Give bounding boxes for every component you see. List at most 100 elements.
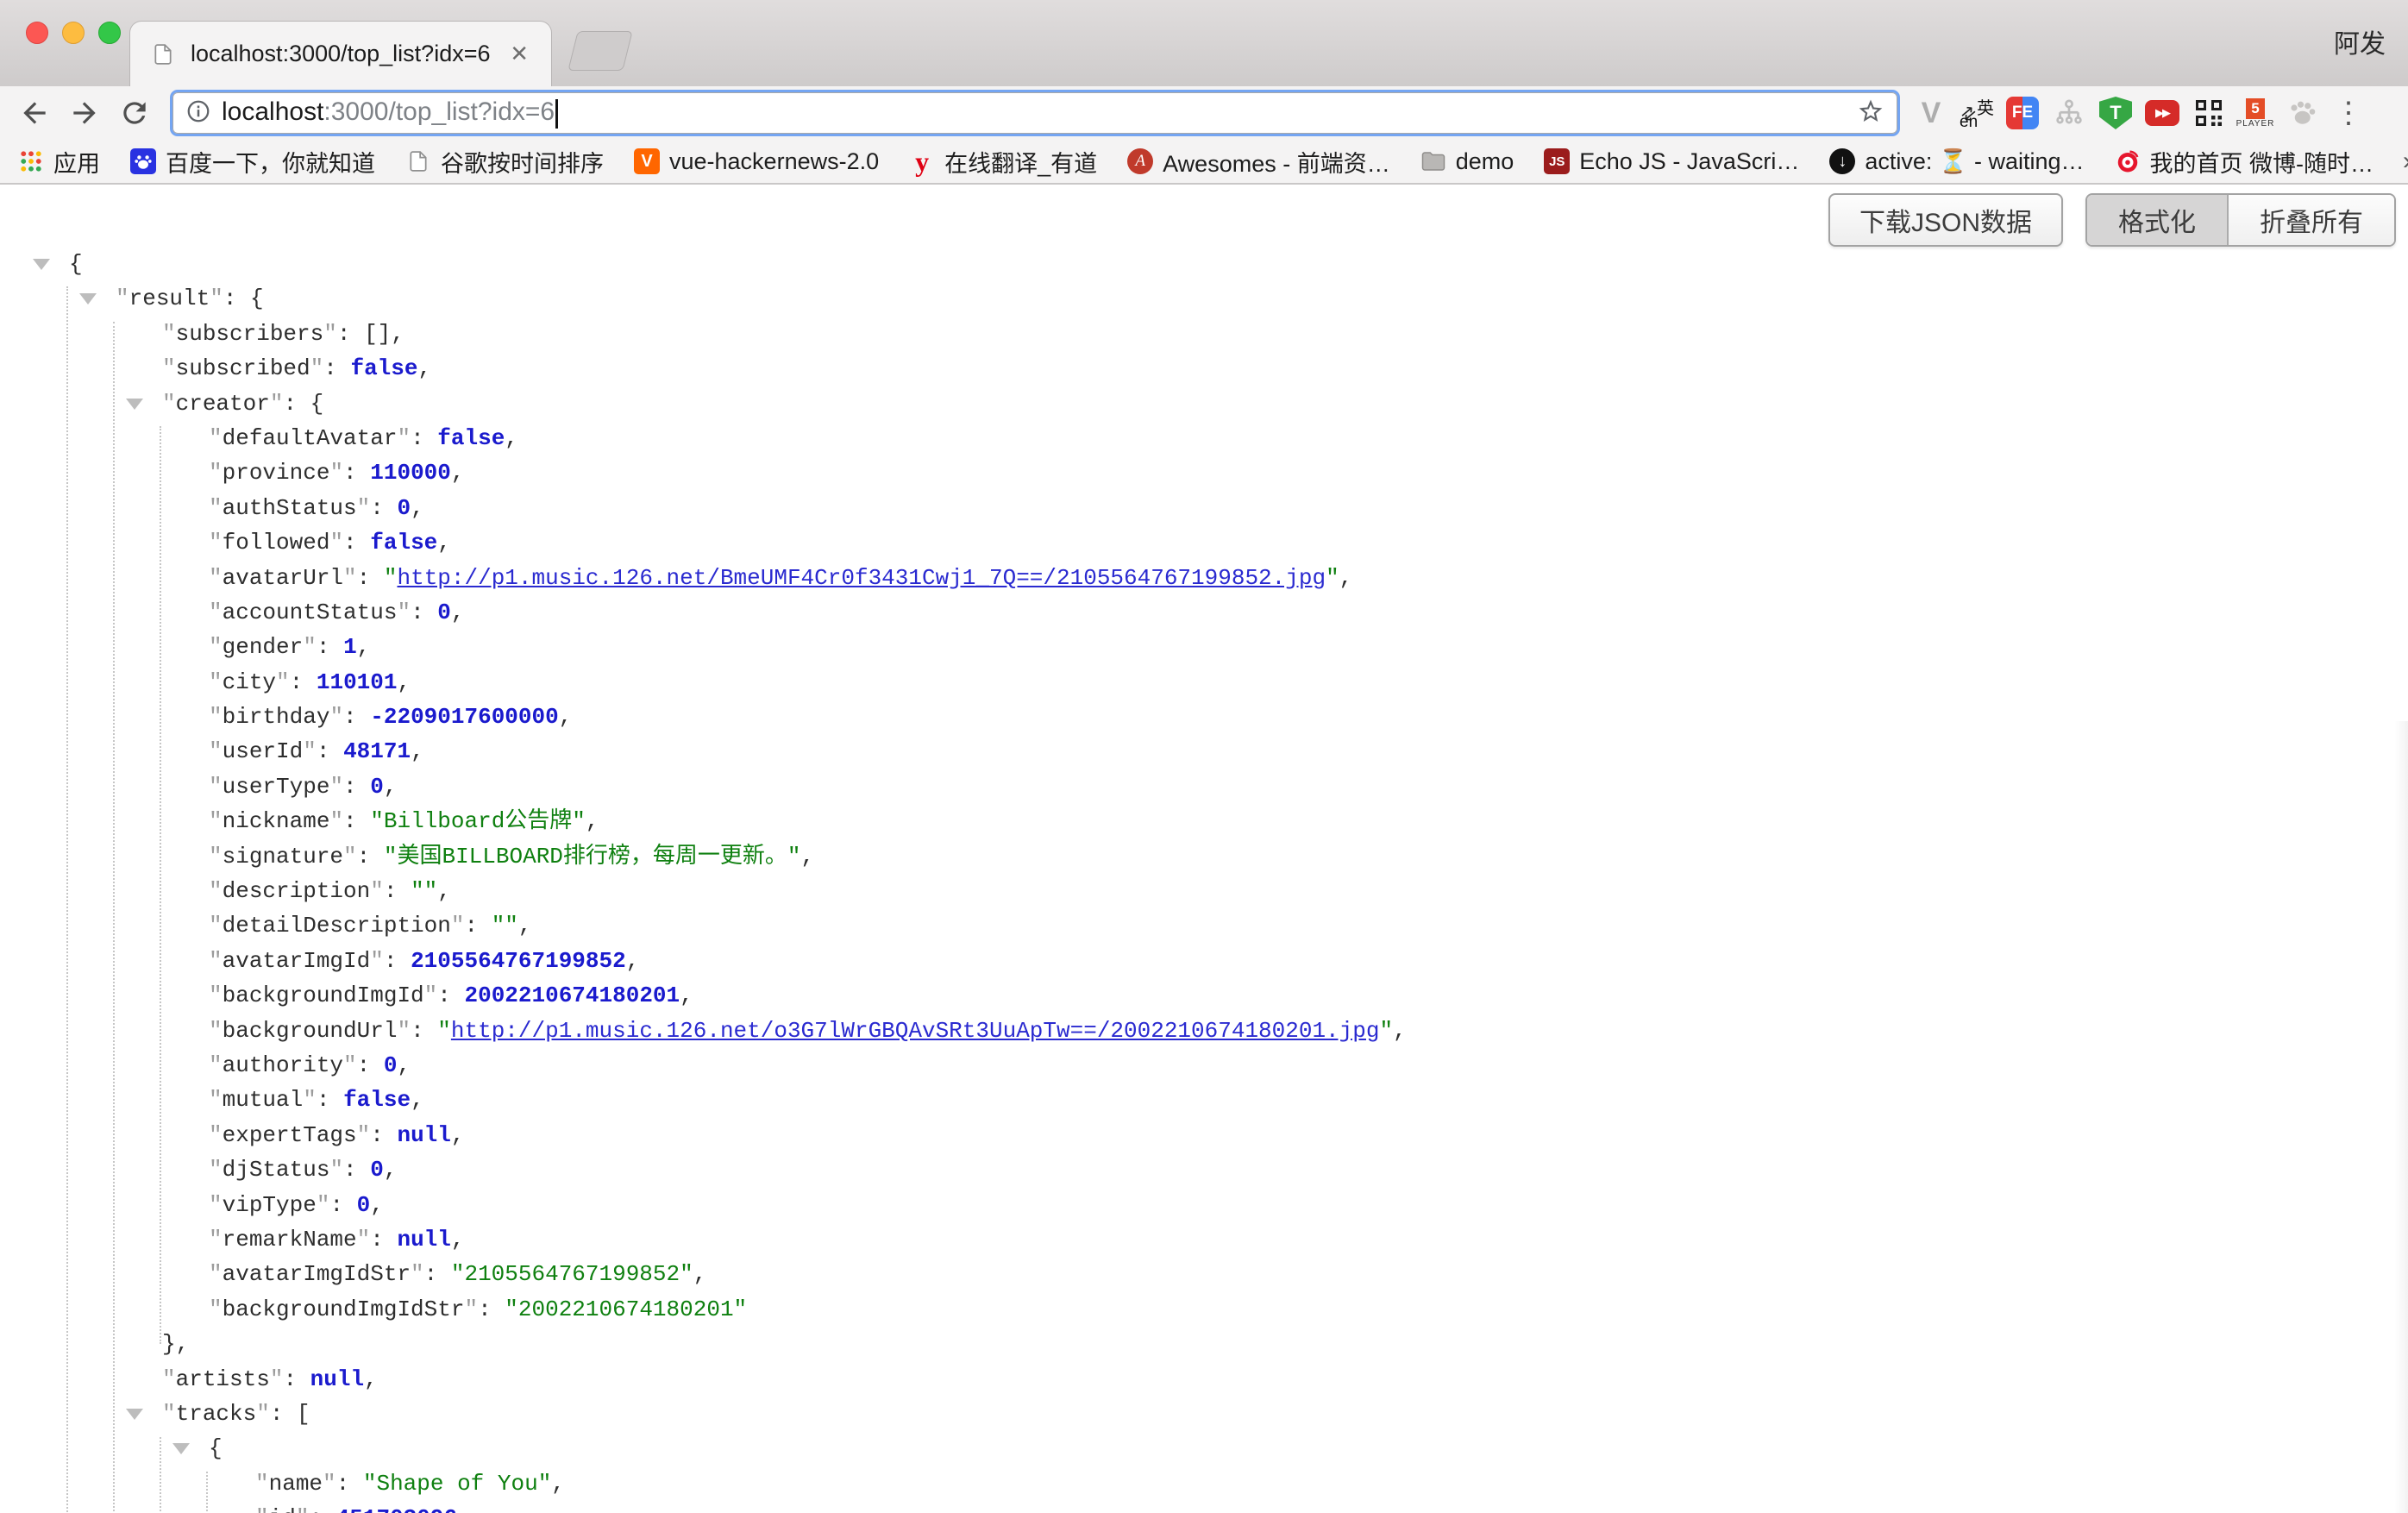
browser-tab[interactable]: localhost:3000/top_list?idx=6 ✕ bbox=[129, 21, 552, 86]
collapse-toggle-icon[interactable] bbox=[79, 293, 97, 304]
json-link[interactable]: http://p1.music.126.net/BmeUMF4Cr0f3431C… bbox=[397, 565, 1326, 591]
bookmark-star-icon[interactable] bbox=[1857, 97, 1884, 129]
json-token: , bbox=[411, 495, 424, 521]
zoom-window-button[interactable] bbox=[98, 22, 121, 44]
json-token: expertTags bbox=[223, 1122, 357, 1148]
vue-bookmark-icon: V bbox=[633, 148, 661, 175]
json-token: 451703096 bbox=[336, 1505, 457, 1513]
bookmark-label: active: ⏳ - waiting… bbox=[1865, 148, 2084, 175]
bookmark-baidu[interactable]: 百度一下，你就知道 bbox=[129, 145, 375, 179]
json-token: djStatus bbox=[223, 1157, 330, 1183]
json-token: : bbox=[424, 1261, 451, 1287]
bookmark-echojs[interactable]: JS Echo JS - JavaScri… bbox=[1543, 148, 1799, 175]
json-token: " bbox=[270, 1366, 284, 1392]
minimize-window-button[interactable] bbox=[62, 22, 85, 44]
json-token: null bbox=[397, 1122, 450, 1148]
menu-dots-icon[interactable]: ⋮ bbox=[2330, 95, 2367, 131]
json-token: " bbox=[329, 808, 343, 834]
json-token: " bbox=[209, 1122, 223, 1148]
html5-player-icon[interactable]: 5PLAYER bbox=[2237, 95, 2273, 131]
json-token: backgroundImgIdStr bbox=[223, 1296, 465, 1322]
bookmark-google-sort[interactable]: 谷歌按时间排序 bbox=[404, 145, 604, 179]
close-window-button[interactable] bbox=[26, 22, 48, 44]
bookmark-demo-folder[interactable]: demo bbox=[1420, 148, 1514, 175]
json-link[interactable]: http://p1.music.126.net/o3G7lWrGBQAvSRt3… bbox=[451, 1018, 1380, 1044]
json-token: id bbox=[269, 1505, 296, 1513]
paw-icon[interactable] bbox=[2284, 95, 2320, 131]
bookmark-vue-hackernews[interactable]: V vue-hackernews-2.0 bbox=[633, 148, 879, 175]
translate-icon[interactable]: 英⇄en bbox=[1960, 96, 1994, 130]
bookmark-youdao[interactable]: y 在线翻译_有道 bbox=[908, 145, 1097, 179]
json-token: " bbox=[209, 495, 223, 521]
url-text[interactable]: localhost:3000/top_list?idx=6 bbox=[222, 97, 1847, 128]
profile-name[interactable]: 阿发 bbox=[2334, 22, 2386, 60]
tampermonkey-icon[interactable]: T bbox=[2098, 95, 2134, 131]
json-token: " bbox=[310, 355, 324, 381]
json-token: backgroundUrl bbox=[223, 1018, 398, 1044]
tab-close-icon[interactable]: ✕ bbox=[506, 41, 532, 67]
json-token: " bbox=[357, 1227, 371, 1252]
format-button[interactable]: 格式化 bbox=[2087, 195, 2227, 245]
json-line: "authority": 0, bbox=[0, 1048, 2408, 1083]
collapse-toggle-icon[interactable] bbox=[126, 1409, 143, 1420]
json-line: "djStatus": 0, bbox=[0, 1152, 2408, 1187]
video-play-icon[interactable]: ▶▶ bbox=[2144, 95, 2180, 131]
vue-devtools-icon[interactable]: V bbox=[1913, 95, 1949, 131]
json-token: " bbox=[116, 286, 129, 311]
new-tab-button[interactable] bbox=[568, 31, 632, 71]
json-actions: 下载JSON数据 格式化 折叠所有 bbox=[1828, 193, 2396, 247]
collapse-toggle-icon[interactable] bbox=[33, 259, 50, 270]
json-token: " bbox=[329, 1157, 343, 1183]
json-token: " bbox=[209, 983, 223, 1008]
json-token: "2002210674180201" bbox=[505, 1296, 747, 1322]
json-token: , bbox=[518, 913, 532, 939]
json-token: "Billboard公告牌" bbox=[370, 808, 586, 834]
json-token: : bbox=[343, 774, 370, 800]
json-token: " bbox=[343, 1052, 357, 1078]
json-token: , bbox=[457, 1505, 471, 1513]
json-token: " bbox=[209, 774, 223, 800]
reload-icon[interactable] bbox=[116, 94, 154, 132]
collapse-all-button[interactable]: 折叠所有 bbox=[2227, 195, 2394, 245]
json-token: , bbox=[693, 1261, 707, 1287]
json-line: "tracks": [ bbox=[0, 1397, 2408, 1431]
collapse-toggle-icon[interactable] bbox=[126, 399, 143, 410]
sitemap-icon[interactable] bbox=[2051, 95, 2087, 131]
qr-code-icon[interactable] bbox=[2191, 95, 2227, 131]
json-token: signature bbox=[223, 844, 343, 870]
url-bar[interactable]: localhost:3000/top_list?idx=6 bbox=[172, 92, 1897, 134]
json-token: " bbox=[303, 738, 317, 764]
bookmark-apps[interactable]: 应用 bbox=[17, 145, 100, 179]
json-token: 2105564767199852 bbox=[411, 948, 626, 974]
bookmarks-overflow-chevron[interactable]: » bbox=[2403, 147, 2408, 176]
forward-icon[interactable] bbox=[66, 94, 103, 132]
json-token: , bbox=[680, 983, 693, 1008]
json-line: "remarkName": null, bbox=[0, 1222, 2408, 1257]
json-token: userId bbox=[223, 738, 304, 764]
json-token: : bbox=[329, 1192, 356, 1218]
json-viewer: {"result": {"subscribers": [],"subscribe… bbox=[0, 247, 2408, 1513]
bookmark-active-waiting[interactable]: ↓ active: ⏳ - waiting… bbox=[1828, 148, 2084, 175]
url-path: :3000/top_list?idx=6 bbox=[323, 97, 555, 126]
json-line: "followed": false, bbox=[0, 525, 2408, 560]
collapse-toggle-icon[interactable] bbox=[172, 1443, 190, 1454]
json-token: , bbox=[1339, 565, 1353, 591]
download-json-button[interactable]: 下载JSON数据 bbox=[1828, 193, 2063, 247]
bookmark-weibo[interactable]: 我的首页 微博-随时… bbox=[2114, 145, 2374, 179]
json-token: : bbox=[343, 704, 370, 730]
fe-icon[interactable]: FE bbox=[2004, 95, 2041, 131]
bookmark-awesomes[interactable]: A Awesomes - 前端资… bbox=[1126, 145, 1390, 179]
toolbar: localhost:3000/top_list?idx=6 V 英⇄en FE … bbox=[0, 86, 2408, 140]
info-icon[interactable] bbox=[185, 98, 211, 129]
json-token: " bbox=[209, 1261, 223, 1287]
json-line: "userType": 0, bbox=[0, 769, 2408, 804]
json-line: "userId": 48171, bbox=[0, 734, 2408, 769]
json-token: false bbox=[370, 530, 437, 556]
json-line: "name": "Shape of You", bbox=[0, 1466, 2408, 1501]
json-token: -2209017600000 bbox=[370, 704, 558, 730]
tab-title: localhost:3000/top_list?idx=6 bbox=[191, 41, 492, 67]
json-token: " bbox=[209, 600, 223, 625]
back-icon[interactable] bbox=[16, 94, 53, 132]
json-token: " bbox=[397, 425, 411, 451]
json-line: }, bbox=[0, 1327, 2408, 1361]
